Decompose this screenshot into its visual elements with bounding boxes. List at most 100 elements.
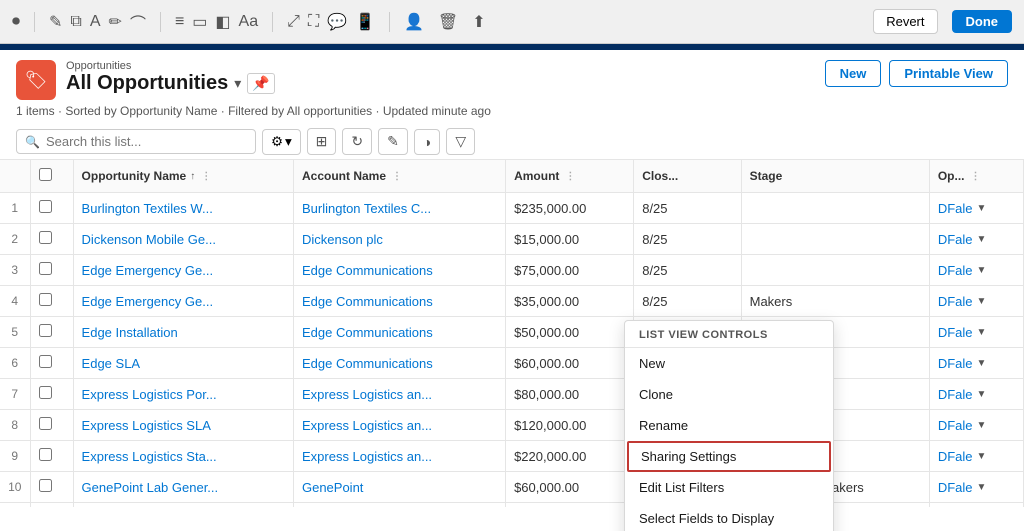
done-button[interactable]: Done — [952, 10, 1013, 33]
row-check-6[interactable] — [30, 348, 73, 379]
row-check-2[interactable] — [30, 224, 73, 255]
opportunity-link-9[interactable]: Express Logistics Sta... — [82, 449, 217, 464]
filter-button[interactable]: ▽ — [446, 128, 475, 155]
refresh-button[interactable]: ↻ — [342, 128, 372, 155]
account-link-9[interactable]: Express Logistics an... — [302, 449, 432, 464]
col-check[interactable] — [30, 160, 73, 193]
opportunity-link-10[interactable]: GenePoint Lab Gener... — [82, 480, 219, 495]
comment-icon[interactable]: 💬 — [327, 12, 347, 32]
opportunity-link-1[interactable]: Burlington Textiles W... — [82, 201, 213, 216]
user-circle-icon[interactable]: 👤 — [404, 12, 424, 32]
account-link-2[interactable]: Dickenson plc — [302, 232, 383, 247]
account-link-5[interactable]: Edge Communications — [302, 325, 433, 340]
opportunity-link-2[interactable]: Dickenson Mobile Ge... — [82, 232, 216, 247]
account-link-6[interactable]: Edge Communications — [302, 356, 433, 371]
row-dropdown-arrow-3[interactable]: ▼ — [977, 265, 987, 276]
account-link-4[interactable]: Edge Communications — [302, 294, 433, 309]
opportunity-link-3[interactable]: Edge Emergency Ge... — [82, 263, 214, 278]
phone-icon[interactable]: 📱 — [355, 12, 375, 32]
opportunity-link-8[interactable]: Express Logistics SLA — [82, 418, 211, 433]
row-check-8[interactable] — [30, 410, 73, 441]
printable-view-button[interactable]: Printable View — [889, 60, 1008, 87]
row-dropdown-arrow-5[interactable]: ▼ — [977, 327, 987, 338]
sort-asc-icon[interactable]: ↑ — [190, 171, 195, 182]
row-checkbox-8[interactable] — [39, 417, 52, 430]
expand-icon[interactable]: ⤢ — [287, 13, 300, 31]
row-check-10[interactable] — [30, 472, 73, 503]
account-link-1[interactable]: Burlington Textiles C... — [302, 201, 431, 216]
row-check-3[interactable] — [30, 255, 73, 286]
owner-link-3[interactable]: DFale — [938, 263, 973, 278]
row-dropdown-arrow-1[interactable]: ▼ — [977, 203, 987, 214]
text-icon[interactable]: A — [90, 13, 101, 31]
owner-link-7[interactable]: DFale — [938, 387, 973, 402]
dropdown-item-3[interactable]: Rename — [625, 410, 833, 441]
account-link-8[interactable]: Express Logistics an... — [302, 418, 432, 433]
row-check-4[interactable] — [30, 286, 73, 317]
chart-button[interactable]: ◑ — [414, 129, 440, 155]
title-chevron-icon[interactable]: ▾ — [234, 75, 241, 92]
col-owner-resize[interactable]: ⋮ — [971, 171, 981, 182]
row-check-5[interactable] — [30, 317, 73, 348]
font-size-icon[interactable]: Aa — [239, 13, 259, 31]
opportunity-link-7[interactable]: Express Logistics Por... — [82, 387, 217, 402]
row-checkbox-3[interactable] — [39, 262, 52, 275]
row-checkbox-10[interactable] — [39, 479, 52, 492]
row-checkbox-9[interactable] — [39, 448, 52, 461]
owner-link-9[interactable]: DFale — [938, 449, 973, 464]
share-icon[interactable]: ⬆ — [472, 12, 485, 32]
account-link-3[interactable]: Edge Communications — [302, 263, 433, 278]
account-link-7[interactable]: Express Logistics an... — [302, 387, 432, 402]
row-check-7[interactable] — [30, 379, 73, 410]
row-checkbox-6[interactable] — [39, 355, 52, 368]
trash-icon[interactable]: 🗑 — [438, 12, 458, 32]
row-check-11[interactable] — [30, 503, 73, 508]
col-account-resize[interactable]: ⋮ — [392, 171, 402, 182]
search-input[interactable] — [46, 134, 247, 149]
gear-button[interactable]: ⚙ ▾ — [262, 129, 301, 155]
row-dropdown-arrow-6[interactable]: ▼ — [977, 358, 987, 369]
dropdown-item-4[interactable]: Sharing Settings — [627, 441, 831, 472]
stamp-icon[interactable]: ⌒ — [130, 10, 146, 34]
dropdown-item-5[interactable]: Edit List Filters — [625, 472, 833, 503]
row-checkbox-1[interactable] — [39, 200, 52, 213]
row-checkbox-5[interactable] — [39, 324, 52, 337]
owner-link-6[interactable]: DFale — [938, 356, 973, 371]
revert-button[interactable]: Revert — [873, 9, 937, 34]
owner-link-1[interactable]: DFale — [938, 201, 973, 216]
color-icon[interactable]: ◧ — [215, 12, 230, 32]
opportunity-link-5[interactable]: Edge Installation — [82, 325, 178, 340]
row-dropdown-arrow-10[interactable]: ▼ — [977, 482, 987, 493]
row-checkbox-4[interactable] — [39, 293, 52, 306]
dropdown-item-2[interactable]: Clone — [625, 379, 833, 410]
record-icon[interactable]: ⏺ — [12, 13, 20, 31]
pin-icon[interactable]: 📌 — [247, 73, 274, 94]
align-icon[interactable]: ≡ — [175, 13, 184, 31]
edit-icon[interactable]: ✏ — [109, 12, 122, 32]
pen-icon[interactable]: ✎ — [49, 12, 62, 32]
col-amount-resize[interactable]: ⋮ — [565, 171, 575, 182]
owner-link-8[interactable]: DFale — [938, 418, 973, 433]
row-dropdown-arrow-9[interactable]: ▼ — [977, 451, 987, 462]
col-opportunity-resize[interactable]: ⋮ — [201, 171, 211, 182]
crop-icon[interactable]: ⛶ — [308, 13, 319, 31]
dropdown-item-6[interactable]: Select Fields to Display — [625, 503, 833, 531]
owner-link-4[interactable]: DFale — [938, 294, 973, 309]
row-check-1[interactable] — [30, 193, 73, 224]
row-checkbox-2[interactable] — [39, 231, 52, 244]
dropdown-item-1[interactable]: New — [625, 348, 833, 379]
row-dropdown-arrow-8[interactable]: ▼ — [977, 420, 987, 431]
owner-link-2[interactable]: DFale — [938, 232, 973, 247]
owner-link-10[interactable]: DFale — [938, 480, 973, 495]
row-dropdown-arrow-2[interactable]: ▼ — [977, 234, 987, 245]
layers-icon[interactable]: ⧉ — [70, 13, 81, 31]
account-link-10[interactable]: GenePoint — [302, 480, 363, 495]
row-dropdown-arrow-7[interactable]: ▼ — [977, 389, 987, 400]
grid-view-button[interactable]: ⊞ — [307, 128, 337, 155]
row-dropdown-arrow-4[interactable]: ▼ — [977, 296, 987, 307]
row-check-9[interactable] — [30, 441, 73, 472]
owner-link-5[interactable]: DFale — [938, 325, 973, 340]
edit-columns-button[interactable]: ✎ — [378, 128, 408, 155]
rect-icon[interactable]: ▭ — [192, 12, 207, 32]
new-button[interactable]: New — [825, 60, 882, 87]
